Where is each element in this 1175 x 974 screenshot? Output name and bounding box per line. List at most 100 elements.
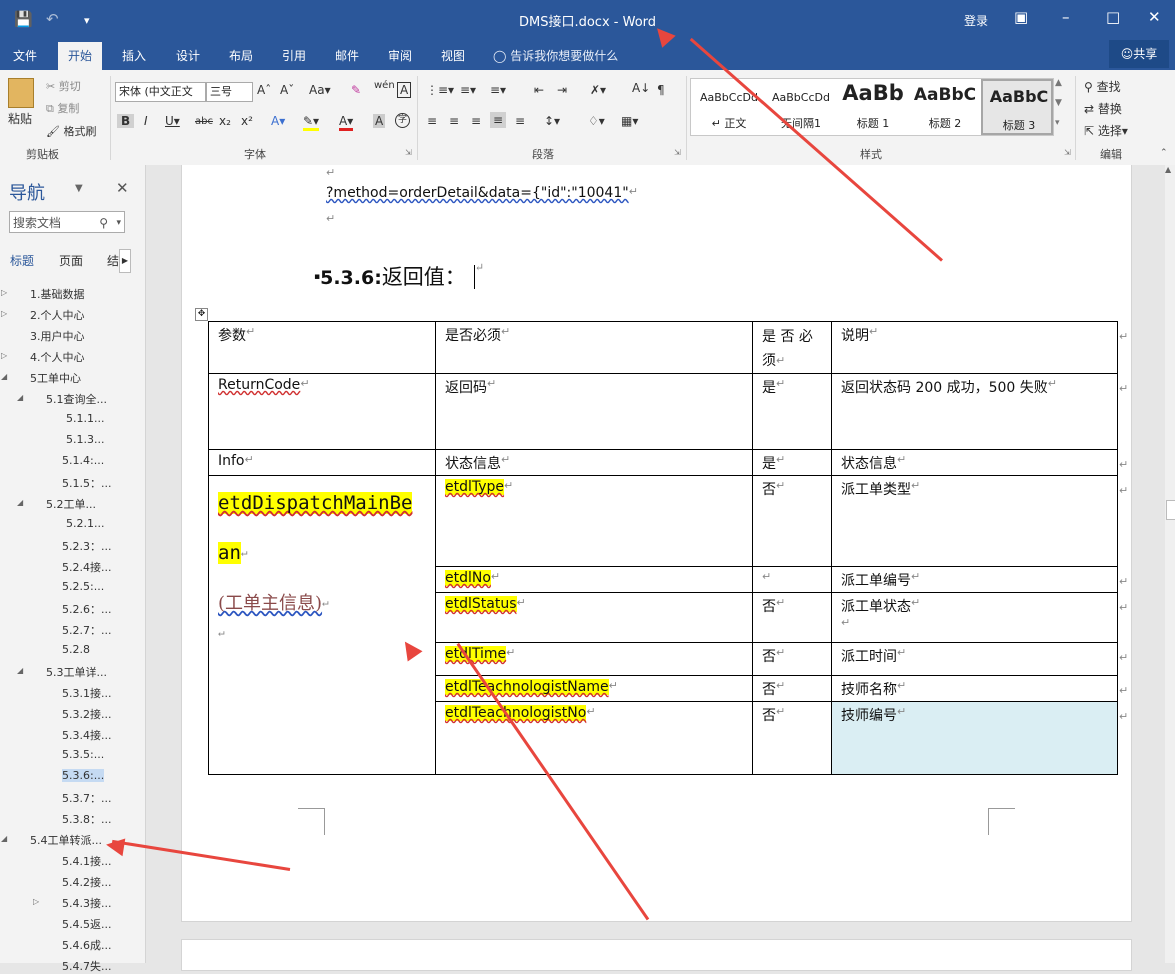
table-cell[interactable]: 状态信息 ↵	[831, 449, 1118, 476]
styles-dialog-launcher-icon[interactable]: ⇲	[1064, 148, 1071, 157]
expand-icon[interactable]: ▷	[1, 309, 7, 318]
italic-icon[interactable]: I	[144, 114, 148, 128]
grow-font-icon[interactable]: Aˆ	[257, 83, 271, 97]
table-cell[interactable]: 技师名称 ↵	[831, 675, 1118, 702]
nav-item[interactable]: 5.1.3...	[66, 433, 104, 446]
tab-mailings[interactable]: 邮件	[335, 47, 359, 64]
expand-icon[interactable]: ▷	[33, 897, 39, 906]
increase-indent-icon[interactable]: ⇥	[557, 83, 567, 97]
bean-cell[interactable]: etdDispatchMainBe an ↵ (工单主信息) ↵ ↵	[208, 475, 436, 775]
tab-references[interactable]: 引用	[282, 47, 306, 64]
table-cell[interactable]: etdlStatus ↵	[435, 592, 753, 643]
nav-item[interactable]: ▷ 4.个人中心	[1, 349, 85, 365]
tab-file[interactable]: 文件	[13, 47, 37, 64]
tab-review[interactable]: 审阅	[388, 47, 412, 64]
nav-item[interactable]: 3.用户中心	[30, 328, 85, 344]
nav-item[interactable]: 5.4.2接...	[62, 874, 111, 890]
collapse-icon[interactable]: ◢	[17, 393, 23, 402]
decrease-indent-icon[interactable]: ⇤	[534, 83, 544, 97]
nav-item[interactable]: 5.3.7：...	[62, 790, 111, 806]
multilevel-list-icon[interactable]: ≡▾	[490, 83, 506, 97]
nav-item[interactable]: 5.1.4:...	[62, 454, 104, 467]
table-cell[interactable]: 是否必须 ↵	[435, 321, 753, 374]
select-button[interactable]: ⇱ 选择▾	[1084, 122, 1128, 139]
table-cell[interactable]: etdlTeachnologistNo ↵	[435, 701, 753, 775]
table-cell[interactable]: 说明 ↵	[831, 321, 1118, 374]
style-heading-2[interactable]: AaBbC 标题 2	[909, 79, 981, 135]
justify-icon[interactable]: ≡	[490, 112, 507, 128]
tab-design[interactable]: 设计	[176, 47, 200, 64]
table-cell[interactable]: 否 ↵	[752, 642, 832, 676]
line-spacing-icon[interactable]: ↕▾	[544, 114, 560, 128]
font-size-dropdown[interactable]: 三号	[206, 82, 253, 102]
show-marks-icon[interactable]: ¶	[657, 83, 665, 97]
nav-item[interactable]: 5.2.8	[62, 643, 90, 656]
nav-tab-scroll-icon[interactable]: ▶	[119, 249, 131, 273]
nav-item[interactable]: 5.4.5返...	[62, 916, 111, 932]
table-cell[interactable]: etdlTime ↵	[435, 642, 753, 676]
nav-item[interactable]: 5.4.7失...	[62, 958, 111, 974]
nav-tab-pages[interactable]: 页面	[59, 252, 83, 269]
table-cell[interactable]: 技师编号 ↵	[831, 701, 1118, 775]
style-heading-1[interactable]: AaBb 标题 1	[837, 79, 909, 135]
ribbon-display-options-icon[interactable]: ▣	[1014, 8, 1028, 26]
paragraph-dialog-launcher-icon[interactable]: ⇲	[674, 148, 681, 157]
table-cell[interactable]: 是 否 必 须 ↵	[752, 321, 832, 374]
nav-item[interactable]: 5.3.8：...	[62, 811, 111, 827]
nav-item[interactable]: 5.3.4接...	[62, 727, 111, 743]
nav-item[interactable]: 5.2.5:...	[62, 580, 104, 593]
table-cell[interactable]: 是 ↵	[752, 373, 832, 450]
nav-item[interactable]: 5.2.6：...	[62, 601, 111, 617]
table-cell[interactable]: 返回状态码 200 成功，500 失败 ↵	[831, 373, 1118, 450]
minimize-icon[interactable]: –	[1062, 8, 1070, 26]
character-shading-icon[interactable]: A	[373, 114, 386, 128]
subscript-icon[interactable]: x₂	[219, 114, 231, 128]
nav-item[interactable]: 5.3.2接...	[62, 706, 111, 722]
clear-formatting-icon[interactable]: ✎	[351, 83, 361, 97]
table-cell[interactable]: 派工单类型 ↵	[831, 475, 1118, 567]
nav-item[interactable]: 5.2.7：...	[62, 622, 111, 638]
styles-scroll-down-icon[interactable]: ▼	[1055, 98, 1062, 108]
enclosed-character-icon[interactable]: 字	[395, 113, 410, 128]
table-cell[interactable]: 否 ↵	[752, 592, 832, 643]
nav-item[interactable]: ▷ 5.4.3接...	[33, 895, 111, 911]
tab-insert[interactable]: 插入	[122, 47, 146, 64]
nav-close-icon[interactable]: ✕	[116, 179, 129, 197]
nav-item[interactable]: 5.2.3：...	[62, 538, 111, 554]
format-painter-button[interactable]: 🖌 格式刷	[46, 123, 96, 139]
nav-item[interactable]: 5.4.6成...	[62, 937, 111, 953]
collapse-ribbon-icon[interactable]: ⌃	[1160, 148, 1168, 158]
style-no-spacing[interactable]: AaBbCcDd 无间隔1	[765, 79, 837, 135]
search-options-icon[interactable]: ▾	[116, 212, 121, 234]
nav-item[interactable]: ◢ 5.4工单转派...	[1, 832, 102, 848]
numbering-icon[interactable]: ≡▾	[460, 83, 476, 97]
styles-scroll-up-icon[interactable]: ▲	[1055, 78, 1062, 88]
highlight-color-icon[interactable]: ✎▾	[303, 114, 320, 131]
table-cell[interactable]: 派工单状态 ↵ ↵	[831, 592, 1118, 643]
close-icon[interactable]: ✕	[1148, 8, 1161, 26]
borders-icon[interactable]: ▦▾	[621, 114, 638, 128]
superscript-icon[interactable]: x²	[241, 114, 253, 128]
nav-item[interactable]: ◢ 5.1查询全...	[17, 391, 107, 407]
underline-icon[interactable]: U▾	[165, 114, 180, 128]
nav-item[interactable]: ◢ 5.2工单...	[17, 496, 96, 512]
phonetic-guide-icon[interactable]: wén	[374, 80, 395, 91]
nav-item[interactable]: 5.2.4接...	[62, 559, 111, 575]
align-center-icon[interactable]: ≡	[449, 114, 459, 128]
nav-item[interactable]: ▷ 2.个人中心	[1, 307, 85, 323]
collapse-icon[interactable]: ◢	[17, 498, 23, 507]
nav-item[interactable]: 5.3.1接...	[62, 685, 111, 701]
copy-button[interactable]: ⧉ 复制	[46, 100, 79, 116]
collapse-icon[interactable]: ◢	[17, 666, 23, 675]
search-icon[interactable]: ⚲	[99, 212, 108, 234]
login-link[interactable]: 登录	[964, 12, 988, 29]
bold-icon[interactable]: B	[117, 114, 135, 128]
shading-icon[interactable]: ♢▾	[588, 114, 605, 128]
vertical-scrollbar[interactable]: ▲	[1165, 165, 1175, 963]
change-case-icon[interactable]: Aa▾	[309, 83, 331, 97]
nav-options-icon[interactable]: ▼	[75, 183, 83, 194]
collapse-icon[interactable]: ◢	[1, 834, 7, 843]
nav-item[interactable]: 5.1.1...	[66, 412, 104, 425]
table-cell[interactable]: 否 ↵	[752, 701, 832, 775]
nav-item[interactable]: ◢ 5工单中心	[1, 370, 81, 386]
